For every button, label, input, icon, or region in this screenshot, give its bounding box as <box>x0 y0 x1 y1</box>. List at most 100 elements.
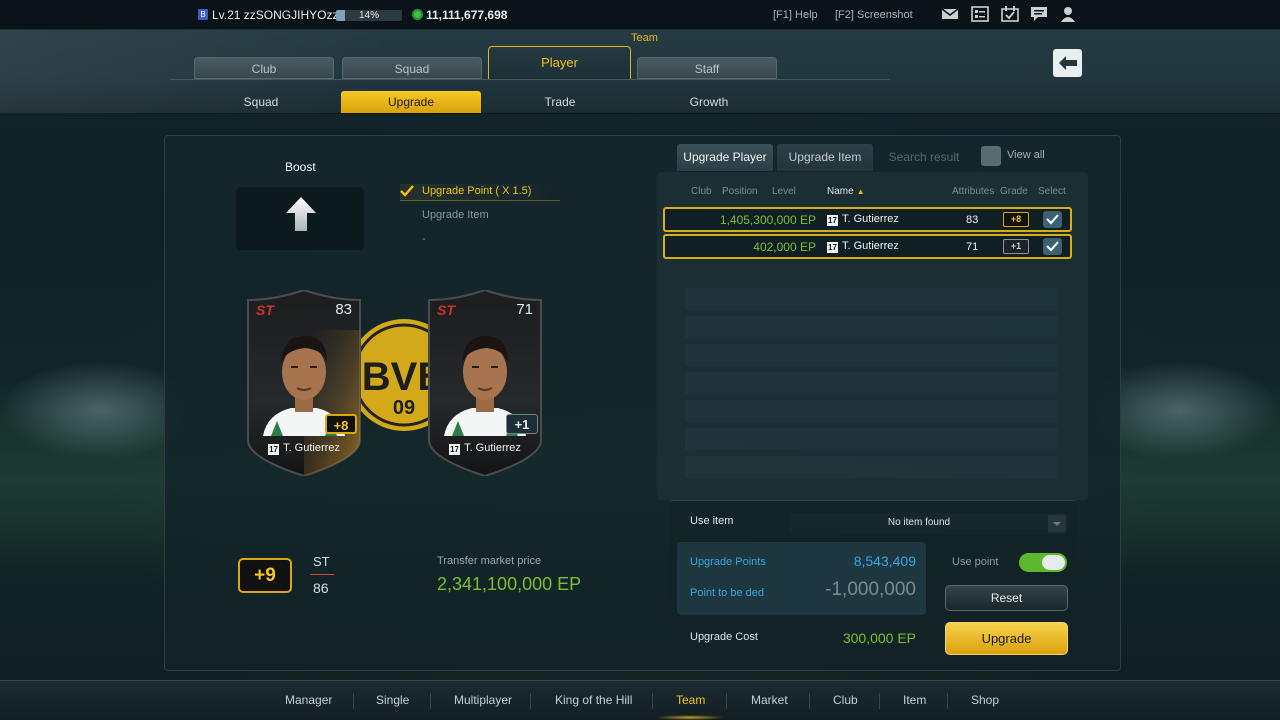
col-club[interactable]: Club <box>691 186 712 197</box>
chevron-down-icon[interactable] <box>1048 515 1066 532</box>
season-badge: 17 <box>827 242 838 253</box>
mail-icon[interactable] <box>941 6 959 22</box>
use-point-toggle[interactable] <box>1019 553 1067 572</box>
tab-squad[interactable]: Squad <box>342 57 482 79</box>
nav-manager[interactable]: Manager <box>285 693 332 707</box>
upgrade-cost-value: 300,000 EP <box>842 630 916 646</box>
option-upgrade-point[interactable]: Upgrade Point ( X 1.5) <box>400 184 560 201</box>
up-arrow-icon <box>286 197 316 231</box>
subtab-growth[interactable]: Growth <box>639 91 779 113</box>
result-grade-badge: +9 <box>238 558 292 593</box>
col-grade[interactable]: Grade <box>1000 186 1028 197</box>
reset-button[interactable]: Reset <box>945 585 1068 611</box>
upgrade-points-label: Upgrade Points <box>690 556 766 568</box>
status-bar: B Lv.21 zzSONGJIHYOzz 14% 11,111,677,698… <box>0 0 1280 30</box>
help-link[interactable]: [F1] Help <box>773 9 818 21</box>
upgrade-cost-label: Upgrade Cost <box>690 631 758 643</box>
subtab-squad[interactable]: Squad <box>191 91 331 113</box>
tab-player[interactable]: Player <box>488 46 631 80</box>
result-overall: 86 <box>313 580 329 596</box>
card-player-name: 17 T. Gutierrez <box>426 442 544 455</box>
row-name-text: T. Gutierrez <box>842 213 899 225</box>
card-overall: 83 <box>335 301 352 318</box>
player-card-primary[interactable]: ST 83 +8 17 T. Gutierrez <box>245 290 363 476</box>
card-player-name: 17 T. Gutierrez <box>245 442 363 455</box>
row-select-checkbox[interactable] <box>1043 238 1062 255</box>
point-deducted-label: Point to be ded <box>690 587 765 599</box>
point-deducted-value: -1,000,000 <box>825 579 916 600</box>
tab-staff[interactable]: Staff <box>637 57 777 79</box>
row-attributes: 71 <box>966 241 979 253</box>
user-level: Lv.21 zzSONGJIHYOzz <box>212 8 339 22</box>
season-badge: 17 <box>268 444 280 455</box>
nav-divider <box>809 693 810 709</box>
nav-divider <box>530 693 531 709</box>
empty-row <box>685 428 1057 450</box>
nav-club[interactable]: Club <box>833 693 858 707</box>
xp-percent: 14% <box>358 10 379 21</box>
player-card-material[interactable]: ST 71 +1 17 T. Gutierrez <box>426 290 544 476</box>
col-attributes[interactable]: Attributes <box>952 186 994 197</box>
nav-shop[interactable]: Shop <box>971 693 999 707</box>
row-name-text: T. Gutierrez <box>842 240 899 252</box>
col-name[interactable]: Name ▲ <box>827 186 865 197</box>
back-arrow-icon <box>1059 56 1077 70</box>
nav-king-of-the-hill[interactable]: King of the Hill <box>555 693 632 707</box>
tab-club[interactable]: Club <box>194 57 334 79</box>
nav-multiplayer[interactable]: Multiplayer <box>454 693 512 707</box>
back-button[interactable] <box>1053 49 1082 77</box>
empty-row <box>685 400 1057 422</box>
level-badge: B <box>198 9 208 20</box>
nav-item[interactable]: Item <box>903 693 926 707</box>
ep-coin-icon <box>412 9 423 20</box>
card-name-text: T. Gutierrez <box>464 442 521 454</box>
season-badge: 17 <box>449 444 461 455</box>
card-overall: 71 <box>516 301 533 318</box>
list-icon[interactable] <box>971 6 989 22</box>
upgrade-button[interactable]: Upgrade <box>945 622 1068 655</box>
col-level[interactable]: Level <box>772 186 796 197</box>
xp-bar: 14% <box>336 10 402 21</box>
col-select[interactable]: Select <box>1038 186 1066 197</box>
calendar-check-icon[interactable] <box>1001 6 1019 22</box>
subtab-trade[interactable]: Trade <box>490 91 630 113</box>
col-position[interactable]: Position <box>722 186 758 197</box>
nav-divider <box>879 693 880 709</box>
chat-icon[interactable] <box>1030 6 1048 22</box>
profile-icon[interactable] <box>1059 6 1077 22</box>
option-upgrade-item[interactable]: Upgrade Item <box>422 209 489 221</box>
check-icon <box>1046 214 1059 225</box>
active-nav-glow <box>655 715 725 720</box>
nav-divider <box>652 693 653 709</box>
nav-team[interactable]: Team <box>676 693 705 707</box>
tab-upgrade-player[interactable]: Upgrade Player <box>677 144 773 171</box>
transfer-price-label: Transfer market price <box>437 555 542 567</box>
use-item-dropdown[interactable]: No item found <box>789 513 1068 534</box>
table-row[interactable]: 402,000 EP 17 T. Gutierrez 71 +1 <box>663 234 1072 259</box>
row-grade-badge: +8 <box>1003 212 1029 227</box>
view-all-checkbox[interactable] <box>981 146 1001 166</box>
col-name-label: Name <box>827 186 854 197</box>
nav-divider <box>430 693 431 709</box>
card-position: ST <box>437 302 455 318</box>
card-name-text: T. Gutierrez <box>283 442 340 454</box>
tab-divider <box>170 79 890 80</box>
screenshot-link[interactable]: [F2] Screenshot <box>835 9 913 21</box>
nav-divider <box>947 693 948 709</box>
subtab-upgrade[interactable]: Upgrade <box>341 91 481 113</box>
nav-market[interactable]: Market <box>751 693 788 707</box>
row-grade-badge: +1 <box>1003 239 1029 254</box>
position-underline <box>310 574 334 575</box>
empty-row <box>685 372 1057 394</box>
boost-slot[interactable] <box>236 187 364 250</box>
use-point-label: Use point <box>952 556 999 568</box>
table-row[interactable]: 1,405,300,000 EP 17 T. Gutierrez 83 +8 <box>663 207 1072 232</box>
view-all-label: View all <box>1007 149 1045 161</box>
nav-single[interactable]: Single <box>376 693 409 707</box>
option-upgrade-point-label: Upgrade Point ( X 1.5) <box>422 185 532 197</box>
check-icon <box>1046 241 1059 252</box>
empty-row <box>685 316 1057 338</box>
tab-upgrade-item[interactable]: Upgrade Item <box>777 144 873 171</box>
row-select-checkbox[interactable] <box>1043 211 1062 228</box>
tab-search-result[interactable]: Search result <box>876 144 972 171</box>
